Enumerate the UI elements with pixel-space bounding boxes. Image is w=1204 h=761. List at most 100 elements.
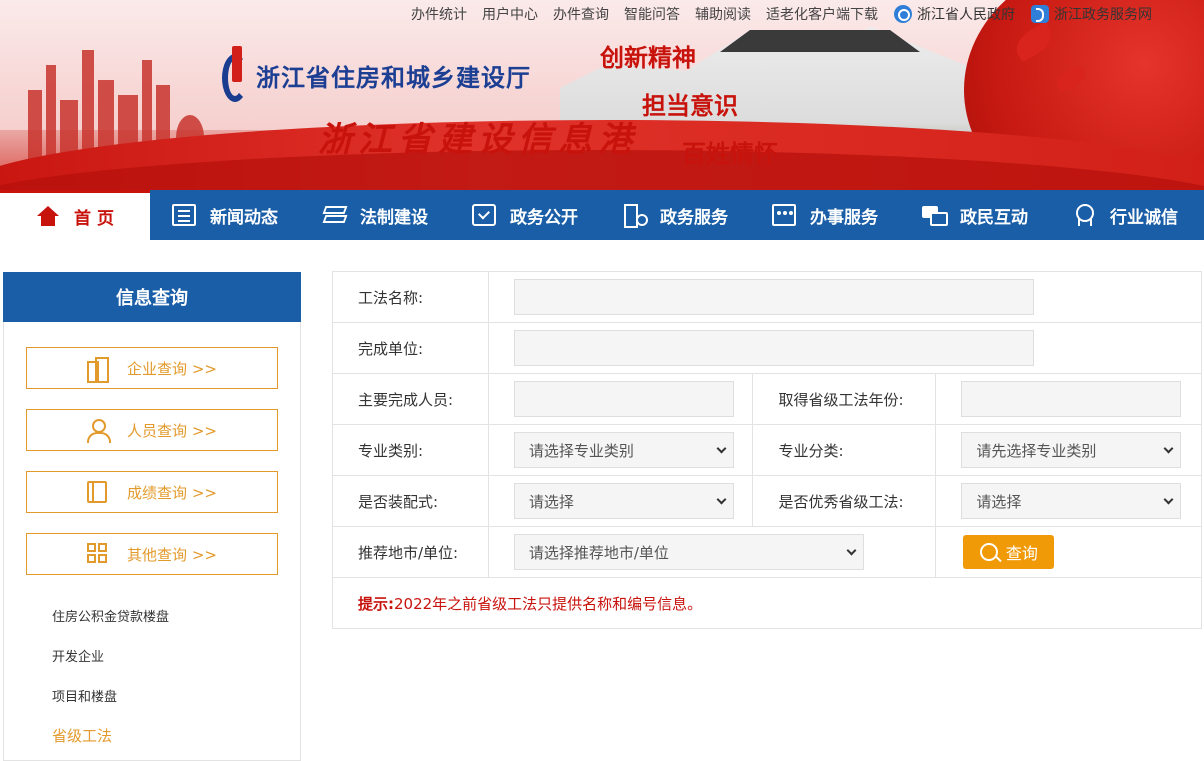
nav-label: 政民互动 [960,207,1028,228]
notice-tip: 提示: 2022年之前省级工法只提供名称和编号信息。 [333,578,1202,629]
sidebar-title: 信息查询 [3,272,301,322]
sidebar-link-housing-fund[interactable]: 住房公积金贷款楼盘 [52,606,169,625]
method-name-label: 工法名称: [333,272,489,322]
nav-label: 政务公开 [510,207,578,228]
nav-affairs[interactable]: 办事服务 [750,190,900,240]
prefab-label: 是否装配式: [333,476,489,526]
recommend-select[interactable]: 请选择推荐地市/单位 [513,534,864,570]
top-utility-links: 办件统计 用户中心 办件查询 智能问答 辅助阅读 适老化客户端下载 浙江省人民政… [396,4,1152,24]
completion-unit-cell [489,323,1202,373]
sidebar-link-projects[interactable]: 项目和楼盘 [52,686,117,705]
search-icon [979,543,998,561]
main-nav: 首 页 新闻动态 法制建设 政务公开 政务服务 办事服务 政民互动 行业诚信 [0,190,1204,240]
roof-graphic [720,30,920,52]
nav-integrity[interactable]: 行业诚信 [1050,190,1200,240]
main-personnel-input[interactable] [513,381,734,417]
chevron-down-icon [846,545,857,555]
top-link-assisted-reading[interactable]: 辅助阅读 [695,4,751,24]
site-title: 浙江省建设信息港 [318,120,638,160]
main-personnel-label: 主要完成人员: [333,374,489,424]
link-provincial-gov[interactable]: 浙江省人民政府 [894,4,1015,24]
enterprise-query-button[interactable]: 企业查询 >> [26,347,278,389]
form-row: 推荐地市/单位: 请选择推荐地市/单位 查询 [333,527,1202,578]
button-label: 其他查询 >> [127,545,217,564]
form-row: 专业类别: 请选择专业类别 专业分类: 请先选择专业类别 [333,425,1202,476]
nav-label: 法制建设 [360,207,428,228]
method-name-input[interactable] [513,279,1034,315]
form-row: 工法名称: [333,272,1202,323]
sidebar: 信息查询 企业查询 >> 人员查询 >> 成绩查询 >> 其他查询 >> 住房公… [3,272,301,761]
recommend-cell: 请选择推荐地市/单位 [489,527,937,577]
building-icon [87,357,110,383]
header-banner: 浙江省住房和城乡建设厅 浙江省建设信息港 创新精神 担当意识 百姓情怀 办件统计… [0,0,1204,190]
method-name-cell [489,272,1202,322]
slogan-1: 创新精神 [600,43,696,72]
personnel-query-button[interactable]: 人员查询 >> [26,409,278,451]
service-gear-icon [622,204,648,228]
nav-interaction[interactable]: 政民互动 [900,190,1050,240]
top-link-smart-qa[interactable]: 智能问答 [624,4,680,24]
grid-icon [87,543,108,565]
year-cell [936,374,1202,424]
tip-text: 2022年之前省级工法只提供名称和编号信息。 [394,594,703,613]
nav-gov-open[interactable]: 政务公开 [450,190,600,240]
category-select-value: 请选择专业类别 [528,441,634,460]
sidebar-link-developers[interactable]: 开发企业 [52,646,104,665]
completion-unit-input[interactable] [513,330,1034,366]
layers-icon [322,204,346,226]
slogan-3: 百姓情怀 [682,139,778,168]
score-query-button[interactable]: 成绩查询 >> [26,471,278,513]
provincial-gov-label: 浙江省人民政府 [917,7,1015,23]
top-link-stats[interactable]: 办件统计 [411,4,467,24]
button-label: 企业查询 >> [127,359,217,378]
nav-label: 行业诚信 [1110,207,1178,228]
year-label: 取得省级工法年份: [753,374,937,424]
nav-gov-service[interactable]: 政务服务 [600,190,750,240]
check-board-icon [472,204,496,226]
form-row: 是否装配式: 请选择 是否优秀省级工法: 请选择 [333,476,1202,527]
top-link-elderly-client[interactable]: 适老化客户端下载 [766,4,878,24]
excellent-label: 是否优秀省级工法: [753,476,937,526]
nav-legal[interactable]: 法制建设 [300,190,450,240]
other-query-button[interactable]: 其他查询 >> [26,533,278,575]
top-link-case-query[interactable]: 办件查询 [553,4,609,24]
nav-home[interactable]: 首 页 [0,190,150,240]
excellent-select[interactable]: 请选择 [961,483,1182,519]
form-row: 完成单位: [333,323,1202,374]
nav-label: 政务服务 [660,207,728,228]
slogan-2: 担当意识 [642,91,738,120]
people-board-icon [772,204,796,226]
button-label: 成绩查询 >> [127,483,217,502]
search-button[interactable]: 查询 [963,535,1055,569]
search-cell: 查询 [936,527,1202,577]
category-cell: 请选择专业类别 [489,425,753,475]
prefab-select[interactable]: 请选择 [513,483,734,519]
year-input[interactable] [961,381,1182,417]
prefab-select-value: 请选择 [528,492,574,511]
category-label: 专业类别: [333,425,489,475]
chevron-down-icon [716,494,727,504]
nav-label: 首 页 [74,209,114,229]
medal-icon [1072,204,1096,226]
service-icon [1031,5,1049,23]
department-name[interactable]: 浙江省住房和城乡建设厅 [256,58,531,93]
department-logo[interactable] [222,46,252,104]
method-query-form: 工法名称: 完成单位: 主要完成人员: 取得省级工法年份: 专业类别: 请选择专… [332,271,1202,629]
book-icon [87,481,108,503]
nav-news[interactable]: 新闻动态 [150,190,300,240]
search-button-label: 查询 [1005,544,1038,563]
globe-icon [894,5,912,23]
completion-unit-label: 完成单位: [333,323,489,373]
link-gov-service-net[interactable]: 浙江政务服务网 [1031,4,1152,24]
prefab-cell: 请选择 [489,476,753,526]
subcategory-select[interactable]: 请先选择专业类别 [961,432,1182,468]
subcategory-select-value: 请先选择专业类别 [976,441,1097,460]
category-select[interactable]: 请选择专业类别 [513,432,734,468]
sidebar-link-provincial-methods[interactable]: 省级工法 [52,725,112,746]
subcategory-cell: 请先选择专业类别 [936,425,1202,475]
user-icon [87,419,112,443]
subcategory-label: 专业分类: [753,425,937,475]
nav-label: 办事服务 [810,207,878,228]
top-link-user-center[interactable]: 用户中心 [482,4,538,24]
news-icon [172,204,196,226]
